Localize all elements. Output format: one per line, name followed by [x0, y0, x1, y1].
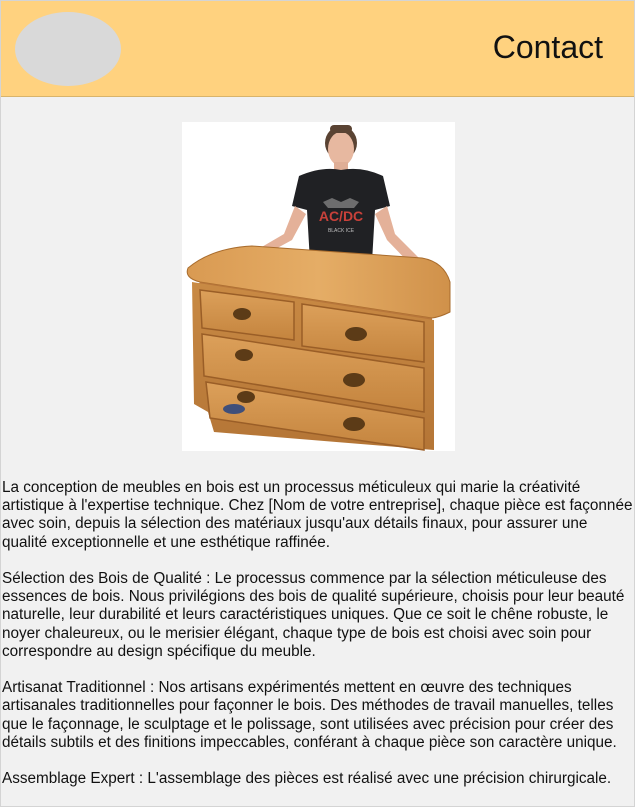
hero-image: AC/DC BLACK ICE: [182, 122, 455, 451]
contact-link[interactable]: Contact: [493, 29, 603, 66]
assembly-paragraph: Assemblage Expert : L'assemblage des piè…: [2, 770, 612, 788]
woman-with-wooden-dresser-photo: AC/DC BLACK ICE: [186, 125, 451, 451]
traditional-craft-paragraph: Artisanat Traditionnel : Nos artisans ex…: [2, 679, 617, 751]
page: Contact AC/DC BLACK ICE La conception de…: [0, 0, 635, 807]
site-header: Contact: [1, 1, 634, 97]
tshirt-print: AC/DC: [319, 208, 363, 224]
tshirt-subprint: BLACK ICE: [328, 228, 355, 234]
article-content: La conception de meubles en bois est un …: [2, 479, 634, 806]
logo-placeholder: [15, 12, 121, 86]
wood-selection-paragraph: Sélection des Bois de Qualité : Le proce…: [2, 570, 625, 660]
intro-paragraph: La conception de meubles en bois est un …: [2, 479, 633, 551]
